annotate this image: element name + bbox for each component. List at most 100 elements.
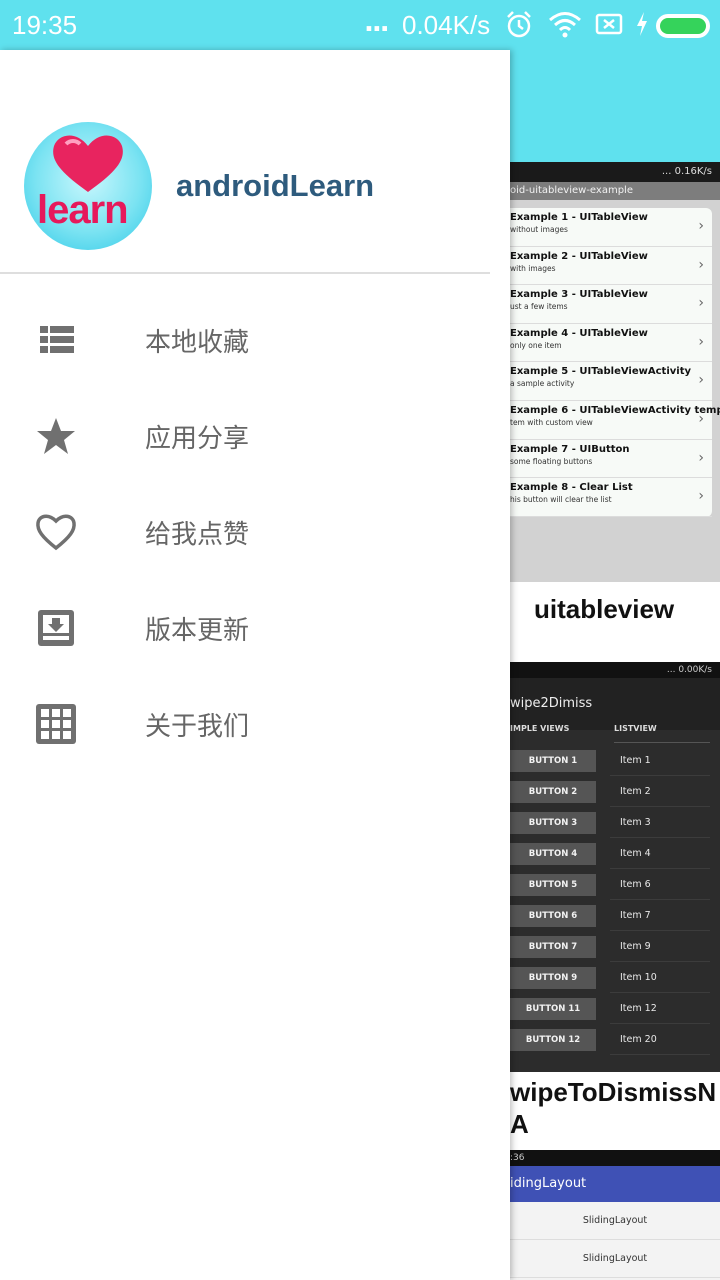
preview-row-title: Example 8 - Clear List (510, 482, 633, 494)
preview-toolbar: wipe2Dimiss (510, 678, 720, 730)
preview-divider (614, 742, 710, 743)
project-card-uitableview[interactable]: ... 0.16K/s oid-uitableview-example Exam… (510, 162, 720, 652)
preview-row: Example 3 - UITableView ust a few items › (510, 285, 712, 324)
card-preview-image: ... 0.16K/s oid-uitableview-example Exam… (510, 162, 720, 582)
preview-list-item: Item 6 (610, 869, 710, 900)
preview-row: Example 2 - UITableView with images › (510, 247, 712, 286)
preview-row-subtitle: with images (510, 263, 556, 273)
preview-button: BUTTON 7 (510, 936, 596, 958)
preview-status: :36 (510, 1150, 720, 1166)
preview-button: BUTTON 4 (510, 843, 596, 865)
preview-button: BUTTON 1 (510, 750, 596, 772)
preview-row-subtitle: only one item (510, 340, 562, 350)
preview-row-title: Example 3 - UITableView (510, 289, 648, 301)
chevron-right-icon: › (698, 410, 704, 427)
drawer-header: learn androidLearn (0, 50, 510, 272)
menu-item-favorites[interactable]: 本地收藏 (0, 290, 510, 386)
preview-row-title: Example 6 - UITableViewActivity temp (510, 404, 720, 416)
preview-list-item: Item 20 (610, 1024, 710, 1055)
preview-list-item: Item 2 (610, 776, 710, 807)
chevron-right-icon: › (698, 372, 704, 389)
preview-list-item: Item 10 (610, 962, 710, 993)
card-preview-image: :36 idingLayout SlidingLayout SlidingLay… (510, 1150, 720, 1280)
app-logo-avatar[interactable]: learn (24, 122, 152, 250)
preview-status: ... 0.00K/s (510, 662, 720, 678)
menu-item-label: 给我点赞 (145, 520, 250, 550)
preview-button: BUTTON 3 (510, 812, 596, 834)
preview-row: Example 7 - UIButton some floating button… (510, 440, 712, 479)
status-time: 19:35 (12, 10, 78, 40)
preview-toolbar: oid-uitableview-example (510, 182, 720, 200)
preview-button: BUTTON 6 (510, 905, 596, 927)
menu-item-about[interactable]: 关于我们 (0, 674, 510, 770)
chevron-right-icon: › (698, 449, 704, 466)
download-box-icon (38, 610, 74, 646)
preview-list-item: Item 3 (610, 807, 710, 838)
charging-icon (637, 12, 647, 36)
preview-row-subtitle: tem with custom view (510, 417, 593, 427)
preview-toolbar: idingLayout (510, 1166, 720, 1202)
project-card-slidinglayout[interactable]: :36 idingLayout SlidingLayout SlidingLay… (510, 1150, 720, 1280)
logo-text: learn (37, 188, 129, 232)
menu-item-share[interactable]: 应用分享 (0, 386, 510, 482)
sim-off-icon (595, 13, 623, 35)
preview-row: Example 4 - UITableView only one item › (510, 324, 712, 363)
preview-list-item: Item 1 (610, 745, 710, 776)
preview-list-item: Item 9 (610, 931, 710, 962)
star-icon (37, 418, 75, 454)
drawer-menu: 本地收藏 应用分享 给我点赞 版本更新 关于我们 (0, 290, 510, 770)
preview-row: SlidingLayout (510, 1240, 720, 1278)
chevron-right-icon: › (698, 488, 704, 505)
preview-status: ... 0.16K/s (510, 162, 720, 182)
preview-list-item: Item 4 (610, 838, 710, 869)
chevron-right-icon: › (698, 295, 704, 312)
battery-fill (660, 18, 706, 34)
preview-row-subtitle: some floating buttons (510, 456, 593, 466)
menu-item-label: 应用分享 (145, 424, 250, 454)
app-name: androidLearn (176, 168, 375, 203)
chevron-right-icon: › (698, 218, 704, 234)
project-card-swipetodismiss[interactable]: ... 0.00K/s wipe2Dimiss IMPLE VIEWS LIST… (510, 662, 720, 1142)
heart-logo-icon (53, 135, 123, 192)
preview-row-title: Example 5 - UITableViewActivity (510, 366, 691, 378)
preview-row: Example 8 - Clear List his button will cl… (510, 478, 712, 517)
preview-list-item: Item 12 (610, 993, 710, 1024)
preview-row: Example 1 - UITableView without images › (510, 208, 712, 247)
preview-row: Example 5 - UITableViewActivity a sample … (510, 362, 712, 401)
preview-row-subtitle: without images (510, 225, 568, 234)
menu-item-update[interactable]: 版本更新 (0, 578, 510, 674)
preview-button: BUTTON 9 (510, 967, 596, 989)
preview-row-subtitle: a sample activity (510, 379, 575, 389)
preview-button: BUTTON 2 (510, 781, 596, 803)
preview-row-title: Example 7 - UIButton (510, 443, 630, 455)
status-dots: ... (364, 8, 390, 38)
preview-button: BUTTON 12 (510, 1029, 596, 1051)
preview-row-title: Example 1 - UITableView (510, 212, 648, 223)
menu-item-label: 本地收藏 (145, 328, 250, 358)
card-preview-image: ... 0.00K/s wipe2Dimiss IMPLE VIEWS LIST… (510, 662, 720, 1072)
menu-item-label: 关于我们 (145, 712, 250, 742)
header-divider (0, 272, 490, 274)
navigation-drawer: learn androidLearn 本地收藏 应用分享 给我点赞 版本更新 关… (0, 50, 510, 1280)
preview-row-title: Example 4 - UITableView (510, 327, 648, 339)
card-title: wipeToDismissNA (510, 1072, 720, 1142)
chevron-right-icon: › (698, 333, 704, 350)
preview-row-subtitle: ust a few items (510, 302, 568, 312)
preview-list-item: Item 7 (610, 900, 710, 931)
preview-right-header: LISTVIEW (614, 724, 657, 733)
card-title: uitableview (510, 582, 720, 652)
preview-button: BUTTON 5 (510, 874, 596, 896)
status-net-speed: 0.04K/s (402, 10, 491, 40)
preview-left-header: IMPLE VIEWS (510, 724, 570, 733)
preview-row: Example 6 - UITableViewActivity temp tem … (510, 401, 720, 440)
battery-icon (656, 14, 710, 38)
preview-list: Example 1 - UITableView without images › Ex… (510, 208, 720, 517)
status-bar: 19:35 ... 0.04K/s (0, 0, 720, 50)
menu-item-like[interactable]: 给我点赞 (0, 482, 510, 578)
wifi-icon (549, 12, 581, 38)
preview-row: SlidingLayout (510, 1202, 720, 1240)
preview-row-title: Example 2 - UITableView (510, 250, 648, 262)
preview-button: BUTTON 11 (510, 998, 596, 1020)
chevron-right-icon: › (698, 256, 704, 273)
preview-row-subtitle: his button will clear the list (510, 495, 612, 505)
